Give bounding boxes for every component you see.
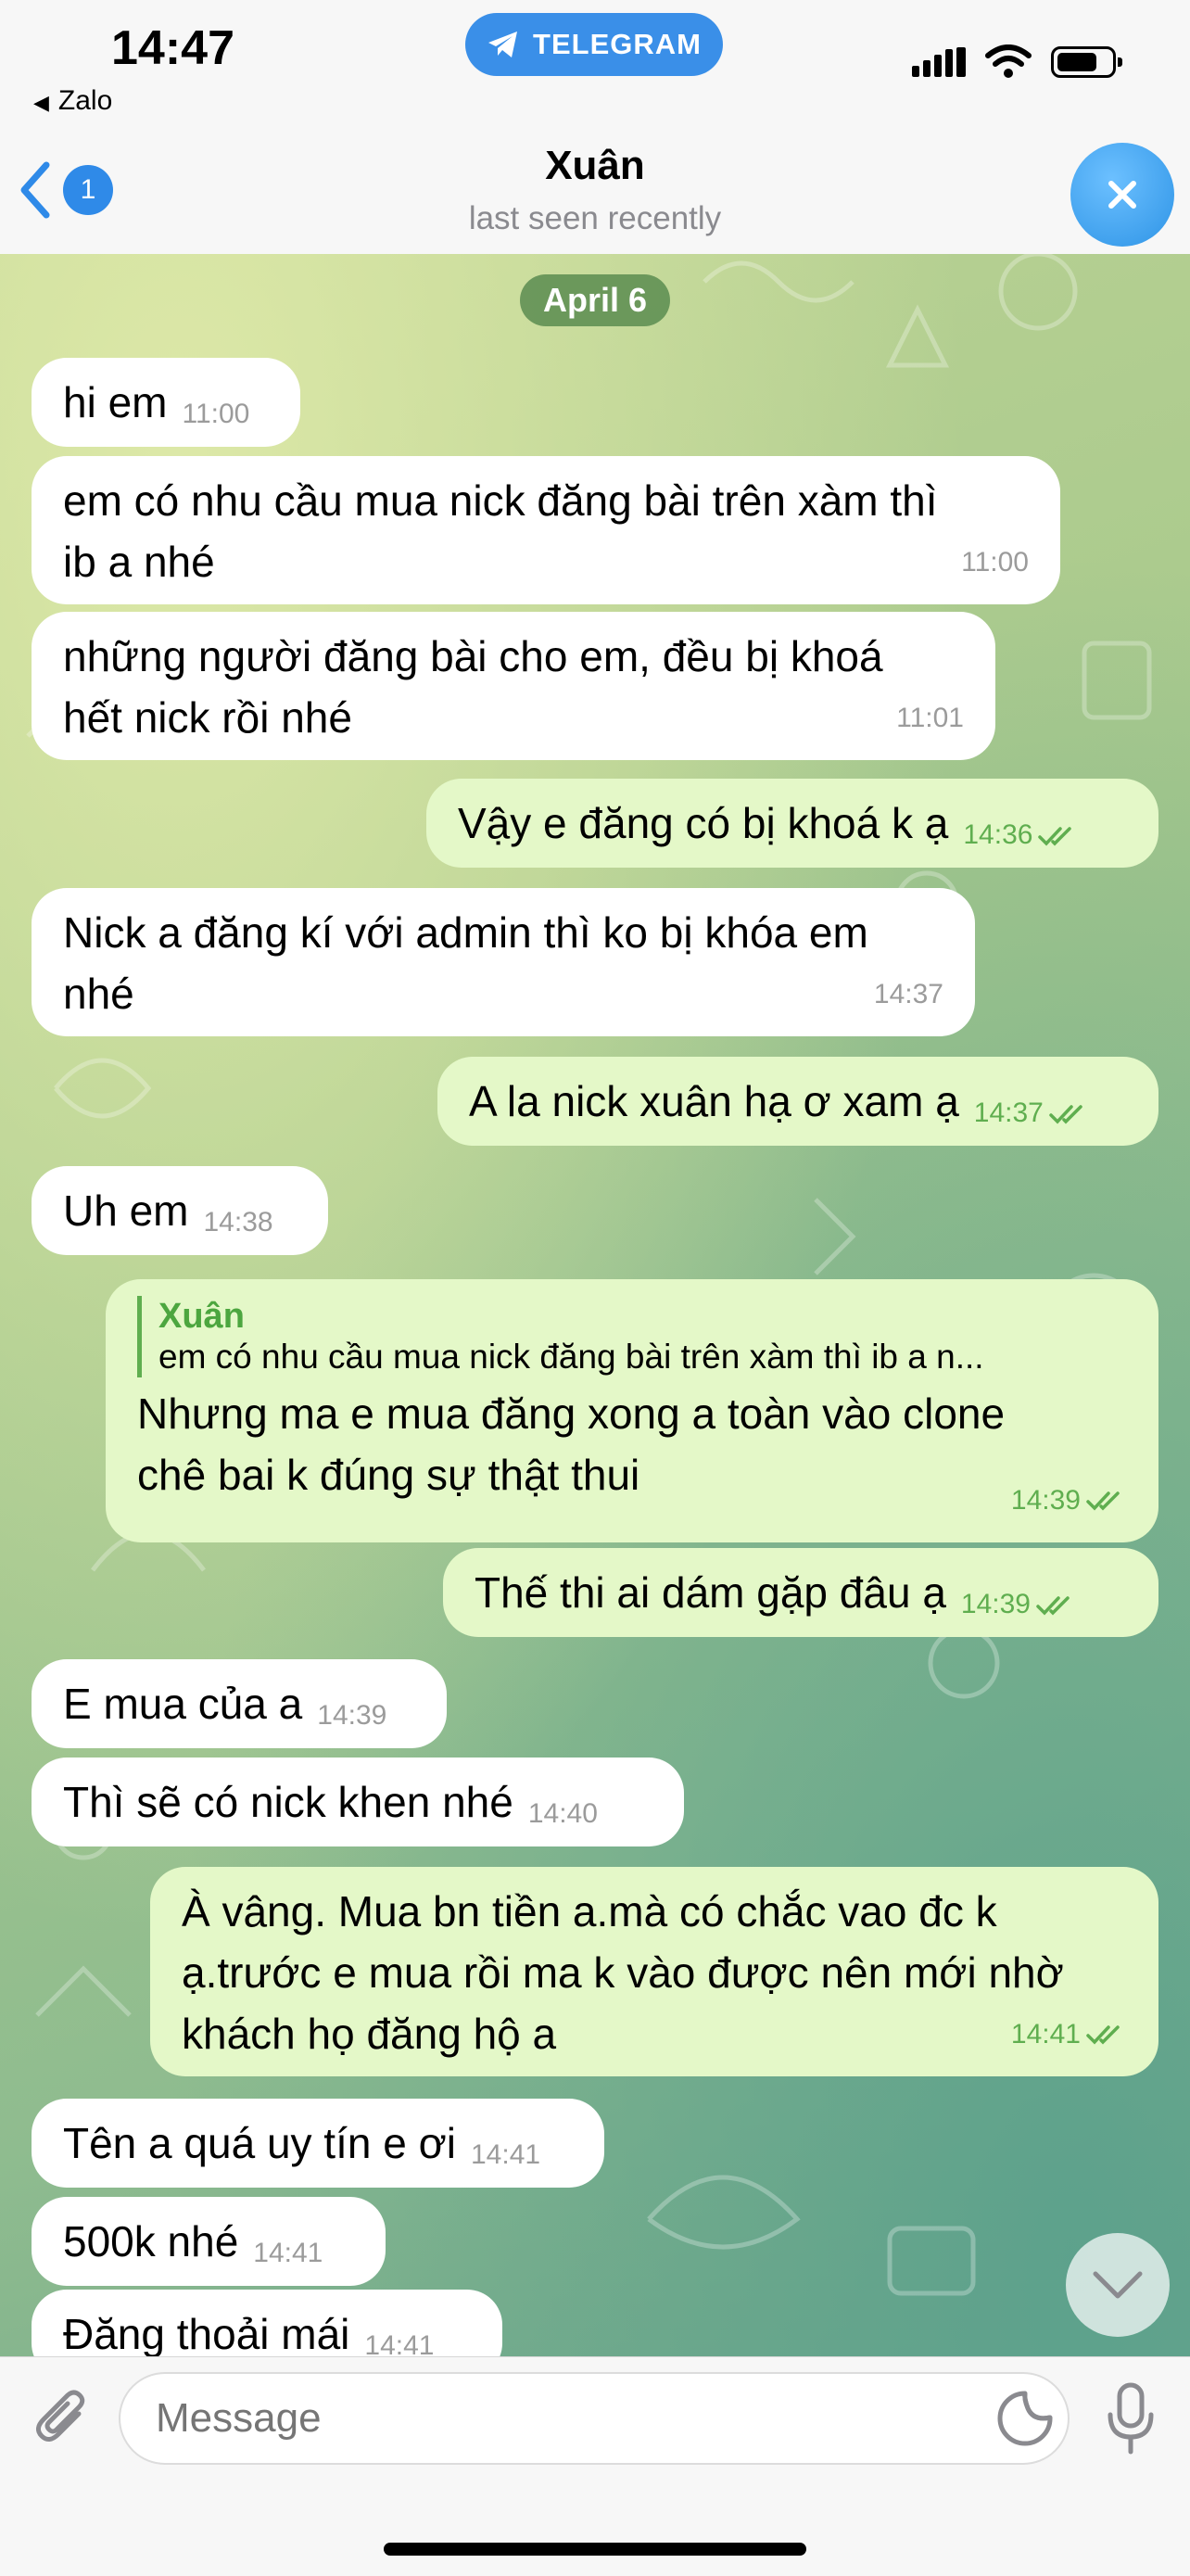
message-text: Thì sẽ có nick khen nhé [63, 1778, 513, 1826]
status-icons [912, 44, 1122, 80]
home-indicator [384, 2543, 806, 2556]
message-line: nhé [63, 970, 134, 1018]
cellular-signal-icon [912, 47, 966, 77]
message-time: 14:36 [963, 819, 1079, 850]
message-time: 14:41 [1011, 2004, 1127, 2065]
message-input[interactable] [119, 2372, 1070, 2465]
message-time: 11:00 [182, 399, 250, 429]
message-line: hết nick rồi nhé [63, 693, 352, 742]
message-bubble[interactable]: Xuân em có nhu cầu mua nick đăng bài trê… [106, 1279, 1158, 1542]
message-bubble[interactable]: Nick a đăng kí với admin thì ko bị khóa … [32, 888, 975, 1036]
sticker-button[interactable] [990, 2383, 1060, 2454]
back-app-label: Zalo [57, 85, 113, 116]
clock: 14:47 [111, 21, 234, 75]
message-bubble[interactable]: Thì sẽ có nick khen nhé 14:40 [32, 1758, 684, 1846]
close-x-icon [1108, 181, 1136, 209]
message-line: chê bai k đúng sự thật thui [137, 1451, 640, 1499]
message-bubble[interactable]: Tên a quá uy tín e ơi 14:41 [32, 2099, 604, 2188]
message-text: Uh em [63, 1186, 189, 1235]
message-line: những người đăng bài cho em, đều bị khoá [63, 632, 883, 680]
message-bubble[interactable]: A la nick xuân hạ ơ xam ạ 14:37 [437, 1057, 1158, 1146]
message-bubble[interactable]: E mua của a 14:39 [32, 1659, 447, 1748]
chat-header: 1 Xuân last seen recently [0, 139, 1190, 255]
telegram-plane-icon [488, 32, 518, 57]
message-time: 14:37 [873, 979, 943, 1009]
wifi-icon [985, 44, 1032, 78]
message-line: ạ.trước e mua rồi ma k vào được nên mới … [182, 1948, 1064, 1997]
message-bubble[interactable]: Thế thi ai dám gặp đâu ạ 14:39 [443, 1548, 1158, 1637]
double-check-icon [1049, 1105, 1082, 1124]
double-check-icon [1036, 1596, 1070, 1616]
message-text: 500k nhé [63, 2217, 239, 2265]
message-time: 14:37 [974, 1098, 1090, 1128]
microphone-icon [1108, 2382, 1154, 2455]
message-text: Tên a quá uy tín e ơi [63, 2119, 456, 2167]
battery-icon [1051, 46, 1122, 78]
message-time: 14:41 [253, 2238, 323, 2268]
message-time: 11:01 [896, 703, 964, 733]
contact-avatar[interactable] [1070, 143, 1174, 247]
voice-record-button[interactable] [1092, 2378, 1170, 2459]
message-bubble[interactable]: Uh em 14:38 [32, 1166, 328, 1255]
scroll-to-bottom-button[interactable] [1066, 2233, 1170, 2337]
chat-subtitle: last seen recently [468, 200, 722, 236]
message-bubble[interactable]: À vâng. Mua bn tiền a.mà có chắc vao đc … [150, 1867, 1158, 2076]
message-text: A la nick xuân hạ ơ xam ạ [469, 1077, 959, 1125]
status-bar: 14:47 ◀ Zalo TELEGRAM [0, 0, 1190, 139]
attach-button[interactable] [26, 2381, 100, 2455]
message-line: em có nhu cầu mua nick đăng bài trên xàm… [63, 476, 938, 525]
message-time: 14:39 [317, 1700, 387, 1731]
message-time: 14:39 [1011, 1470, 1127, 1531]
message-bubble[interactable]: những người đăng bài cho em, đều bị khoá… [32, 612, 995, 760]
date-separator: April 6 [520, 274, 670, 326]
message-time: 14:40 [527, 1798, 598, 1829]
message-bubble[interactable]: 500k nhé 14:41 [32, 2197, 386, 2286]
message-time-text: 14:39 [1010, 1485, 1081, 1516]
message-time-text: 14:39 [960, 1589, 1031, 1619]
message-time: 14:41 [470, 2139, 541, 2170]
message-line: Nick a đăng kí với admin thì ko bị khóa … [63, 908, 868, 957]
message-list[interactable]: April 6 hi em 11:00 em có nhu cầu mua nic… [0, 254, 1190, 2356]
message-time-text: 14:41 [1010, 2019, 1081, 2049]
message-bubble[interactable]: hi em 11:00 [32, 358, 300, 447]
message-bubble[interactable]: Đăng thoải mái 14:41 [32, 2290, 502, 2356]
message-time-text: 14:36 [963, 819, 1033, 850]
double-check-icon [1086, 2025, 1120, 2045]
message-line: khách họ đăng hộ a [182, 2010, 557, 2058]
message-time: 14:39 [961, 1589, 1077, 1619]
sticker-icon [997, 2391, 1053, 2446]
message-text: Vậy e đăng có bị khoá k ạ [458, 799, 949, 847]
message-time-text: 14:37 [973, 1098, 1044, 1128]
message-text: Thế thi ai dám gặp đâu ạ [475, 1568, 946, 1617]
message-time: 14:41 [364, 2330, 435, 2356]
message-line: ib a nhé [63, 538, 215, 586]
message-bubble[interactable]: em có nhu cầu mua nick đăng bài trên xàm… [32, 456, 1060, 604]
message-time: 14:38 [203, 1207, 273, 1237]
reply-author: Xuân [158, 1297, 245, 1336]
message-text: hi em [63, 378, 168, 426]
telegram-call-pill[interactable]: TELEGRAM [465, 13, 723, 76]
message-text: Đăng thoải mái [63, 2310, 350, 2356]
message-line: Nhưng ma e mua đăng xong a toàn vào clon… [137, 1390, 1006, 1438]
double-check-icon [1038, 827, 1072, 846]
message-text: E mua của a [63, 1680, 303, 1728]
message-line: À vâng. Mua bn tiền a.mà có chắc vao đc … [182, 1887, 997, 1935]
paperclip-icon [36, 2390, 85, 2442]
chevron-down-icon [1093, 2271, 1143, 2299]
back-triangle-icon: ◀ [33, 91, 49, 114]
message-time: 11:00 [961, 547, 1029, 577]
reply-snippet: em có nhu cầu mua nick đăng bài trên xàm… [158, 1338, 984, 1376]
reply-quote[interactable]: Xuân em có nhu cầu mua nick đăng bài trê… [137, 1296, 1127, 1377]
telegram-pill-label: TELEGRAM [533, 28, 702, 60]
chat-title[interactable]: Xuân [0, 143, 1190, 189]
back-to-app-link[interactable]: ◀ Zalo [33, 85, 112, 117]
double-check-icon [1086, 1491, 1120, 1511]
composer-bar [0, 2356, 1190, 2576]
message-bubble[interactable]: Vậy e đăng có bị khoá k ạ 14:36 [426, 779, 1158, 868]
